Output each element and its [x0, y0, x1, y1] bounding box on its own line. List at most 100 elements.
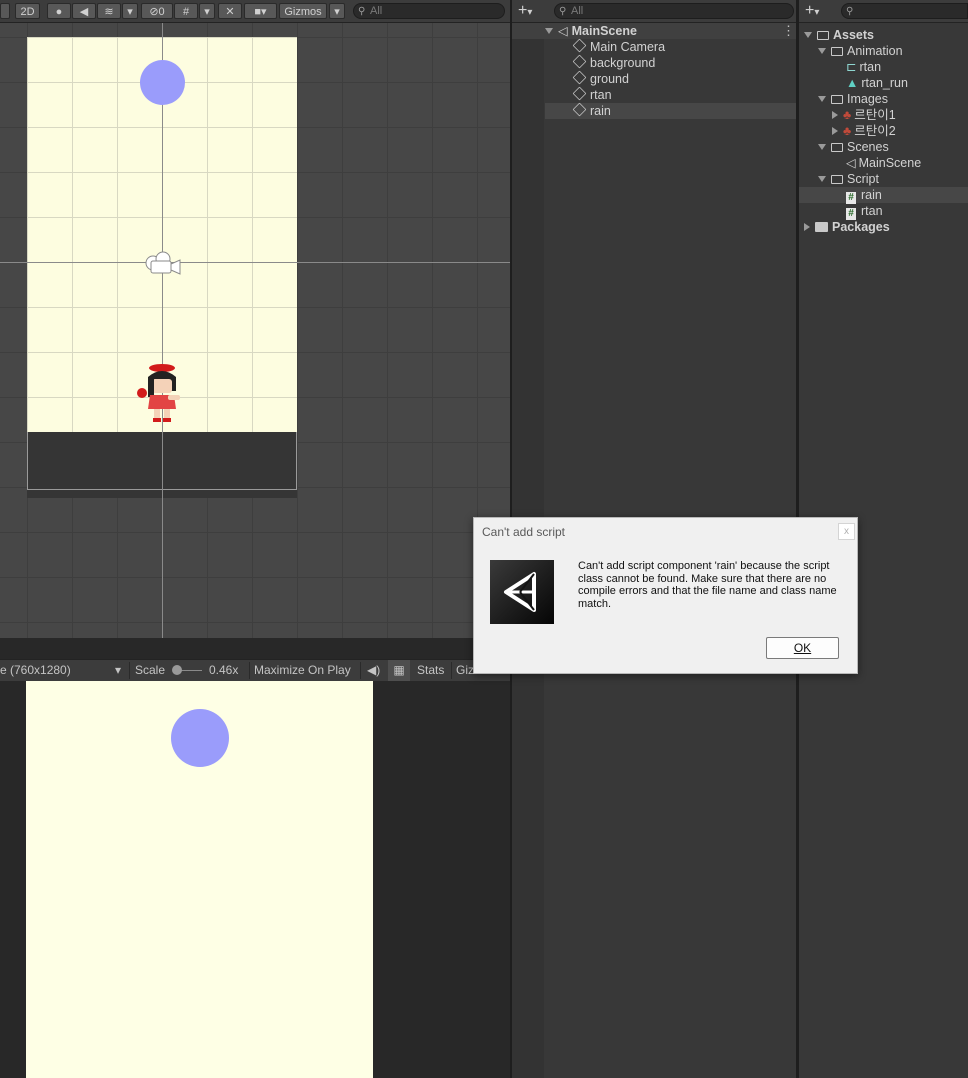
- asset-rtan-script[interactable]: # rtan: [846, 203, 883, 220]
- expand-arrow-icon[interactable]: [832, 127, 838, 135]
- create-plus-button[interactable]: +▾: [518, 2, 532, 20]
- expand-arrow-icon[interactable]: [804, 32, 812, 38]
- folder-assets[interactable]: Assets: [804, 27, 874, 43]
- grid-toggle[interactable]: #: [174, 3, 198, 19]
- folder-script[interactable]: Script: [818, 171, 879, 187]
- expand-arrow-icon[interactable]: [818, 144, 826, 150]
- stats-button[interactable]: Stats: [417, 660, 444, 681]
- grid-icon: #: [182, 6, 190, 18]
- resolution-dropdown[interactable]: e (760x1280) ▾: [0, 660, 128, 681]
- project-search-input[interactable]: ⚲: [841, 3, 968, 19]
- expand-arrow-icon[interactable]: [818, 176, 826, 182]
- maximize-on-play-button[interactable]: Maximize On Play: [254, 660, 351, 681]
- gizmos-button[interactable]: Gizmos: [279, 3, 327, 19]
- hierarchy-search-input[interactable]: ⚲ All: [554, 3, 794, 19]
- game-rain-circle: [171, 709, 229, 767]
- expand-arrow-icon[interactable]: [818, 48, 826, 54]
- project-toolbar: +▾ ⚲: [799, 0, 968, 23]
- asset-rain-script[interactable]: # rain: [846, 187, 882, 204]
- rtan-character-sprite[interactable]: [134, 361, 188, 425]
- scene-axis-vertical: [162, 23, 163, 638]
- panel-divider[interactable]: [0, 638, 510, 659]
- folder-images[interactable]: Images: [818, 91, 888, 107]
- camera-gizmo-icon[interactable]: [143, 249, 183, 277]
- camera-dropdown[interactable]: ■▾: [244, 3, 277, 19]
- asset-image-2[interactable]: ♣ 르탄이2: [832, 123, 896, 139]
- unity-scene-icon: ◁: [846, 156, 856, 170]
- lightbulb-icon: ●: [55, 6, 63, 18]
- folder-open-icon: [831, 175, 843, 184]
- hierarchy-item-label: rtan: [590, 88, 612, 102]
- ok-button[interactable]: OK: [766, 637, 839, 659]
- camera-icon: ■▾: [254, 6, 267, 18]
- lighting-toggle[interactable]: ●: [47, 3, 71, 19]
- folder-icon: [815, 222, 828, 232]
- asset-rtan-controller[interactable]: ⊏ rtan: [846, 59, 881, 75]
- expand-arrow-icon[interactable]: [832, 111, 838, 119]
- chevron-down-icon: ▾: [814, 7, 820, 18]
- chevron-down-icon: ▾: [127, 6, 133, 18]
- grid-dropdown[interactable]: ▾: [199, 3, 215, 19]
- scene-search-placeholder: All: [370, 5, 383, 17]
- mute-audio-button[interactable]: ◀): [367, 660, 380, 681]
- gameobject-cube-icon: [572, 102, 587, 117]
- game-toolbar: e (760x1280) ▾ Scale 0.46x Maximize On P…: [0, 659, 510, 682]
- hidden-objects-toggle[interactable]: ⊘0: [141, 3, 173, 19]
- gizmos-dropdown[interactable]: ▾: [329, 3, 345, 19]
- hierarchy-item-label: rain: [590, 104, 611, 118]
- hierarchy-item-ground[interactable]: ground: [572, 70, 629, 87]
- scene-toolbar: 2D ● ◀ ≋ ▾ ⊘0 # ▾ ✕ ■▾ Gizmos ▾ ⚲ All: [0, 0, 510, 23]
- stats-grid-button[interactable]: ▦: [388, 660, 410, 681]
- folder-label: Animation: [847, 44, 903, 58]
- effects-dropdown[interactable]: ▾: [122, 3, 138, 19]
- hidden-count: 0: [158, 6, 165, 18]
- expand-arrow-icon[interactable]: [818, 96, 826, 102]
- scene-root[interactable]: ◁ MainScene: [545, 23, 637, 39]
- folder-scenes[interactable]: Scenes: [818, 139, 889, 155]
- dialog-title: Can't add script: [482, 525, 565, 539]
- chevron-down-icon: ▾: [115, 663, 122, 677]
- asset-image-1[interactable]: ♣ 르탄이1: [832, 107, 896, 123]
- eye-slash-icon: ⊘: [149, 6, 159, 18]
- asset-mainscene[interactable]: ◁ MainScene: [846, 155, 921, 171]
- folder-label: Images: [847, 92, 888, 106]
- audio-toggle[interactable]: ◀: [72, 3, 96, 19]
- scene-rain-circle[interactable]: [140, 60, 185, 105]
- layers-icon: ≋: [104, 6, 114, 18]
- scale-slider[interactable]: [172, 660, 204, 681]
- scene-search-input[interactable]: ⚲ All: [353, 3, 505, 19]
- asset-label: MainScene: [858, 156, 922, 170]
- hierarchy-toolbar: +▾ ⚲ All: [512, 0, 796, 23]
- hierarchy-item-rtan[interactable]: rtan: [572, 86, 612, 103]
- error-dialog: Can't add script x Can't add script comp…: [473, 517, 858, 674]
- scene-view[interactable]: [0, 23, 510, 638]
- game-view[interactable]: [0, 681, 510, 1078]
- scene-tool-overflow[interactable]: [0, 3, 10, 19]
- asset-label: rain: [861, 188, 882, 202]
- hierarchy-item-rain[interactable]: rain: [572, 102, 611, 119]
- search-icon: ⚲: [846, 6, 854, 17]
- effects-toggle[interactable]: ≋: [97, 3, 121, 19]
- expand-arrow-icon[interactable]: [804, 223, 810, 231]
- asset-rtan-run[interactable]: ▲ rtan_run: [846, 75, 908, 91]
- hierarchy-item-label: background: [590, 56, 656, 70]
- close-button[interactable]: x: [838, 523, 855, 540]
- folder-open-icon: [831, 95, 843, 104]
- separator: [451, 662, 452, 679]
- asset-label: rtan: [859, 60, 882, 74]
- folder-label: Assets: [833, 28, 874, 42]
- expand-arrow-icon[interactable]: [545, 28, 553, 34]
- search-icon: ⚲: [358, 6, 366, 17]
- scale-slider-thumb[interactable]: [172, 665, 182, 675]
- asset-label: rtan: [861, 204, 883, 218]
- separator: [129, 662, 130, 679]
- tools-toggle[interactable]: ✕: [218, 3, 242, 19]
- mode-2d-toggle[interactable]: 2D: [15, 3, 40, 19]
- scene-menu-kebab-icon[interactable]: ⋮: [782, 23, 795, 39]
- hierarchy-item-main-camera[interactable]: Main Camera: [572, 38, 665, 55]
- project-create-button[interactable]: +▾: [805, 2, 819, 20]
- folder-animation[interactable]: Animation: [818, 43, 903, 59]
- hierarchy-item-background[interactable]: background: [572, 54, 656, 71]
- folder-packages[interactable]: Packages: [804, 219, 890, 235]
- close-icon: x: [844, 526, 849, 537]
